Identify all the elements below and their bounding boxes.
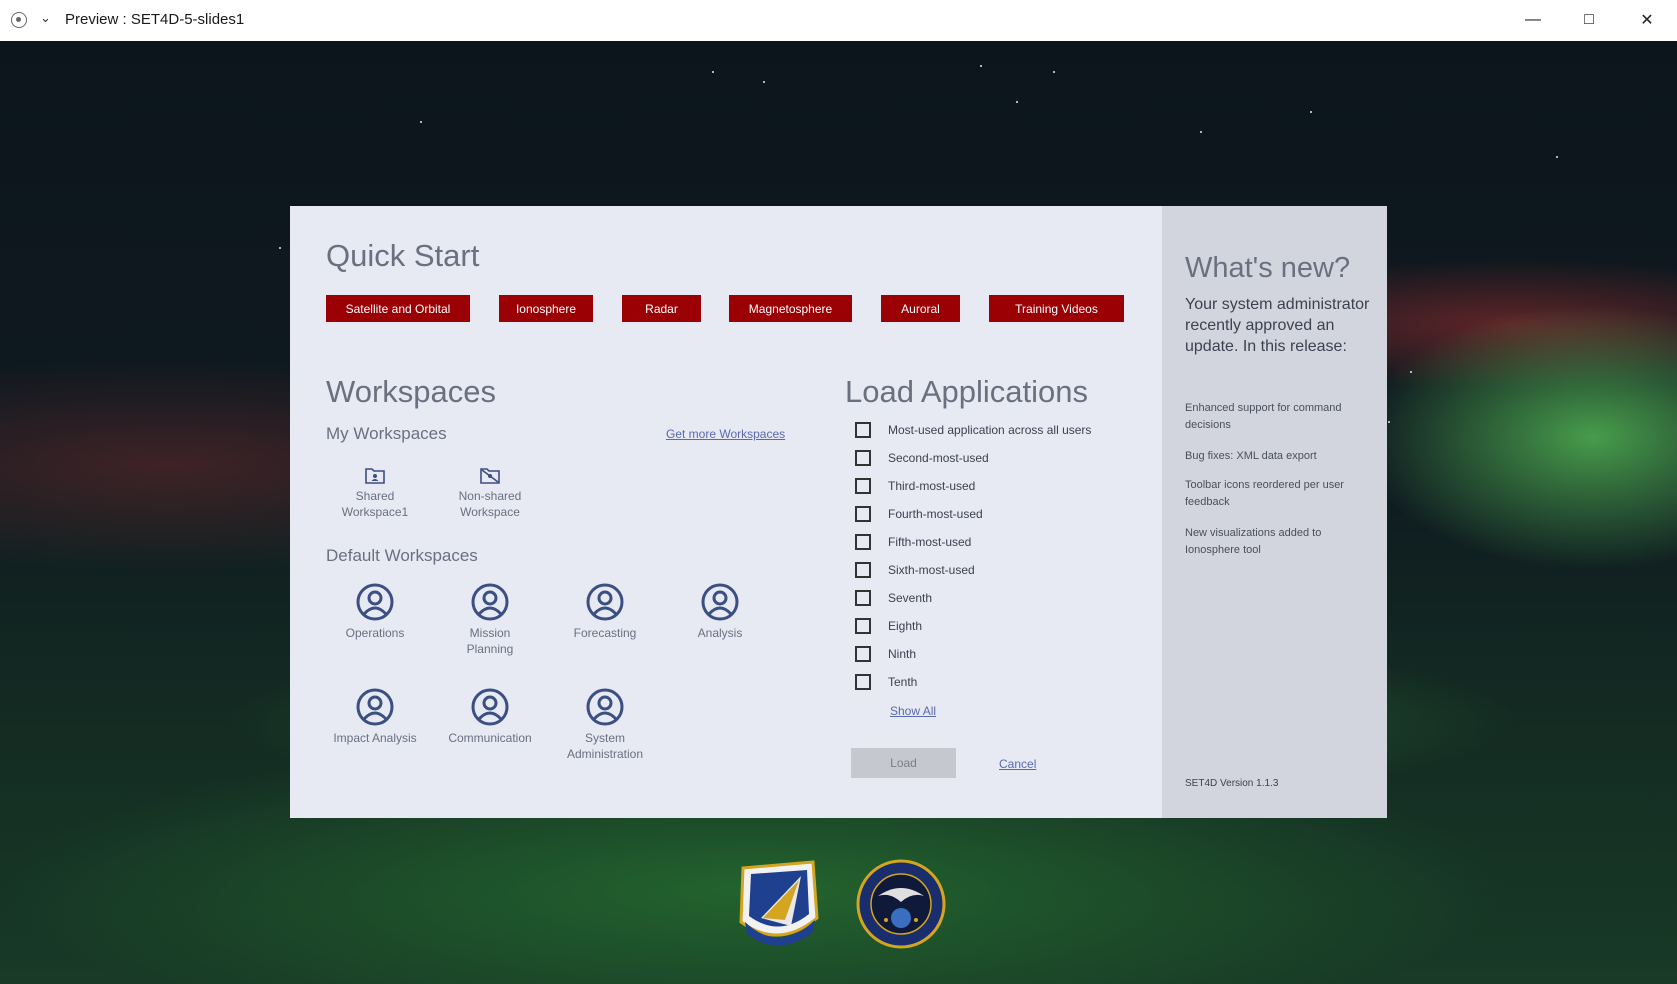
app-checkbox[interactable] bbox=[855, 478, 871, 494]
remote-sensing-systems-directorate-seal bbox=[856, 859, 946, 949]
folder-shared-icon bbox=[365, 468, 385, 484]
app-checkbox[interactable] bbox=[855, 674, 871, 690]
app-label: Eighth bbox=[888, 619, 923, 633]
cancel-link[interactable]: Cancel bbox=[999, 757, 1036, 771]
app-checkbox[interactable] bbox=[855, 534, 871, 550]
whats-new-heading: What's new? bbox=[1185, 252, 1351, 284]
workspace-label: Communication bbox=[448, 731, 532, 745]
air-force-research-laboratory-logo bbox=[739, 860, 819, 946]
user-circle-icon bbox=[471, 583, 509, 621]
workspaces-heading: Workspaces bbox=[326, 374, 496, 409]
release-note: New visualizations added to Ionosphere t… bbox=[1185, 527, 1322, 556]
user-circle-icon bbox=[356, 583, 394, 621]
workspace-label: Planning bbox=[466, 642, 514, 656]
chevron-down-icon[interactable]: ⌄ bbox=[40, 10, 51, 26]
workspace-forecasting[interactable]: Forecasting bbox=[550, 583, 660, 641]
app-row[interactable]: Second-most-used bbox=[855, 448, 989, 468]
load-applications-heading: Load Applications bbox=[845, 374, 1089, 409]
quick-start-magnetosphere-button[interactable]: Magnetosphere bbox=[729, 295, 852, 322]
workspace-label: Impact Analysis bbox=[333, 731, 417, 745]
app-row[interactable]: Most-used application across all users bbox=[855, 420, 1091, 440]
user-circle-icon bbox=[586, 688, 624, 726]
window-titlebar: ⌄ Preview : SET4D-5-slides1 — □ ✕ bbox=[0, 0, 1677, 42]
whats-new-intro: Your system administrator recently appro… bbox=[1185, 296, 1370, 355]
workspace-label: System bbox=[584, 731, 625, 745]
app-checkbox[interactable] bbox=[855, 618, 871, 634]
workspace-label: Forecasting bbox=[573, 626, 637, 640]
folder-off-icon bbox=[480, 468, 500, 484]
app-row[interactable]: Eighth bbox=[855, 616, 922, 636]
quick-start-heading: Quick Start bbox=[326, 238, 480, 273]
workspace-label: Workspace1 bbox=[341, 505, 409, 519]
workspace-label: Mission bbox=[469, 626, 511, 640]
quick-start-satellite-button[interactable]: Satellite and Orbital bbox=[326, 295, 470, 322]
workspace-label: Shared bbox=[355, 489, 395, 503]
user-circle-icon bbox=[701, 583, 739, 621]
app-row[interactable]: Fourth-most-used bbox=[855, 504, 983, 524]
workspace-mission-planning[interactable]: Mission Planning bbox=[435, 583, 545, 657]
app-checkbox[interactable] bbox=[855, 646, 871, 662]
workspace-system-administration[interactable]: System Administration bbox=[550, 688, 660, 762]
app-checkbox[interactable] bbox=[855, 450, 871, 466]
load-button[interactable]: Load bbox=[851, 748, 956, 778]
app-label: Fifth-most-used bbox=[888, 535, 972, 549]
app-label: Third-most-used bbox=[888, 479, 976, 493]
workspace-impact-analysis[interactable]: Impact Analysis bbox=[320, 688, 430, 746]
app-label: Sixth-most-used bbox=[888, 563, 975, 577]
show-all-link[interactable]: Show All bbox=[890, 704, 936, 718]
workspace-label: Operations bbox=[345, 626, 405, 640]
quick-start-training-videos-button[interactable]: Training Videos bbox=[989, 295, 1124, 322]
release-note: Enhanced support for command decisions bbox=[1185, 402, 1342, 431]
close-icon[interactable]: ✕ bbox=[1624, 5, 1670, 35]
user-circle-icon bbox=[471, 688, 509, 726]
app-row[interactable]: Fifth-most-used bbox=[855, 532, 971, 552]
window-title: Preview : SET4D-5-slides1 bbox=[65, 11, 245, 28]
app-label: Most-used application across all users bbox=[888, 423, 1092, 437]
app-row[interactable]: Third-most-used bbox=[855, 476, 975, 496]
quick-start-ionosphere-button[interactable]: Ionosphere bbox=[499, 295, 593, 322]
workspace-analysis[interactable]: Analysis bbox=[665, 583, 775, 641]
workspace-communication[interactable]: Communication bbox=[435, 688, 545, 746]
app-label: Tenth bbox=[888, 675, 918, 689]
minimize-icon[interactable]: — bbox=[1510, 5, 1556, 35]
maximize-icon[interactable]: □ bbox=[1566, 5, 1612, 35]
app-row[interactable]: Sixth-most-used bbox=[855, 560, 975, 580]
release-note: Toolbar icons reordered per user feedbac… bbox=[1185, 479, 1344, 508]
workspace-label: Administration bbox=[566, 747, 644, 761]
user-circle-icon bbox=[356, 688, 394, 726]
workspace-operations[interactable]: Operations bbox=[320, 583, 430, 641]
get-more-workspaces-link[interactable]: Get more Workspaces bbox=[666, 427, 785, 441]
app-label: Second-most-used bbox=[888, 451, 989, 465]
app-checkbox[interactable] bbox=[855, 590, 871, 606]
workspace-non-shared[interactable]: Non-shared Workspace bbox=[435, 467, 545, 520]
app-row[interactable]: Ninth bbox=[855, 644, 916, 664]
app-label: Ninth bbox=[888, 647, 917, 661]
default-workspaces-heading: Default Workspaces bbox=[326, 546, 478, 565]
workspace-label: Non-shared bbox=[458, 489, 522, 503]
workspace-label: Analysis bbox=[697, 626, 743, 640]
app-label: Fourth-most-used bbox=[888, 507, 983, 521]
app-checkbox[interactable] bbox=[855, 506, 871, 522]
app-row[interactable]: Seventh bbox=[855, 588, 932, 608]
app-row[interactable]: Tenth bbox=[855, 672, 917, 692]
version-label: SET4D Version 1.1.3 bbox=[1185, 778, 1279, 789]
app-icon bbox=[11, 12, 27, 28]
user-circle-icon bbox=[586, 583, 624, 621]
workspace-label: Workspace bbox=[460, 505, 520, 519]
workspace-shared-workspace1[interactable]: Shared Workspace1 bbox=[320, 467, 430, 520]
quick-start-radar-button[interactable]: Radar bbox=[622, 295, 701, 322]
my-workspaces-heading: My Workspaces bbox=[326, 424, 447, 443]
app-checkbox[interactable] bbox=[855, 562, 871, 578]
quick-start-auroral-button[interactable]: Auroral bbox=[881, 295, 960, 322]
app-label: Seventh bbox=[888, 591, 933, 605]
release-note: Bug fixes: XML data export bbox=[1185, 450, 1317, 462]
app-checkbox[interactable] bbox=[855, 422, 871, 438]
